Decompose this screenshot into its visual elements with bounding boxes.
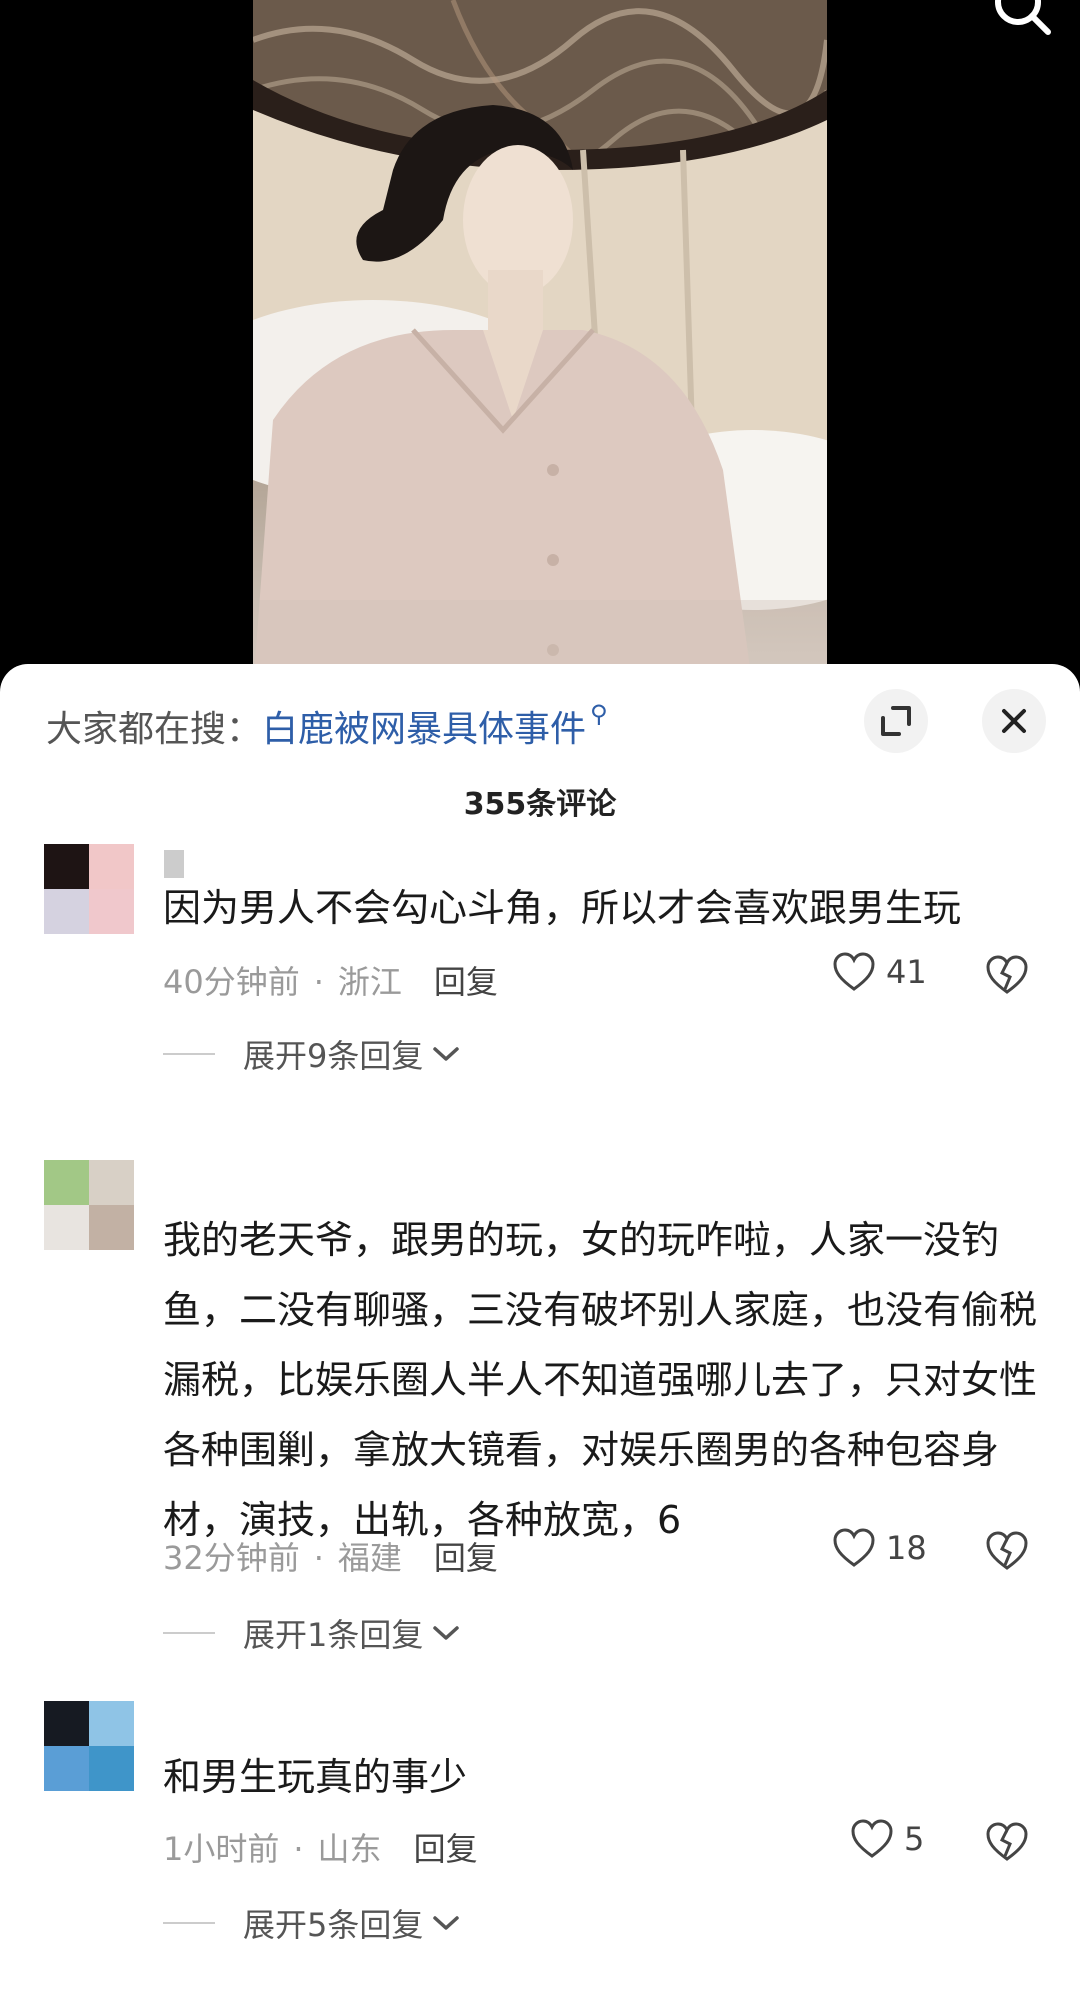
avatar-tile xyxy=(89,1205,134,1250)
comment-sheet: 大家都在搜：白鹿被网暴具体事件 ⚲ 355条评论 因为男人不会勾心斗角，所以才会喜… xyxy=(0,664,1080,2001)
video-area[interactable] xyxy=(0,0,1080,690)
close-button[interactable] xyxy=(982,689,1046,753)
avatar-tile xyxy=(89,1160,134,1205)
comment-meta: 32分钟前 · 福建 回复 xyxy=(163,1533,498,1579)
expand-replies-label: 展开9条回复 xyxy=(243,1037,424,1075)
reply-button[interactable]: 回复 xyxy=(434,1539,498,1577)
avatar-tile xyxy=(89,844,134,889)
comment-meta: 40分钟前 · 浙江 回复 xyxy=(163,957,498,1003)
expand-replies[interactable]: 展开1条回复 xyxy=(163,1610,461,1656)
video-frame[interactable] xyxy=(253,0,827,690)
avatar-tile xyxy=(89,889,134,934)
dislike-button[interactable] xyxy=(985,1531,1029,1571)
comment-meta: 1小时前 · 山东 回复 xyxy=(163,1824,478,1870)
heart-icon xyxy=(833,1528,875,1567)
meta-dot: · xyxy=(313,1539,324,1577)
meta-dot: · xyxy=(293,1830,304,1868)
avatar-tile xyxy=(44,1205,89,1250)
hot-search-keyword[interactable]: 白鹿被网暴具体事件 xyxy=(262,709,586,750)
comment-time: 1小时前 xyxy=(163,1830,280,1868)
expand-replies-label: 展开1条回复 xyxy=(243,1616,424,1654)
avatar-tile xyxy=(89,1746,134,1791)
chevron-down-icon xyxy=(433,1626,460,1640)
search-icon[interactable] xyxy=(988,0,1058,42)
expand-replies[interactable]: 展开9条回复 xyxy=(163,1031,461,1077)
meta-dot: · xyxy=(313,963,324,1001)
avatar[interactable] xyxy=(44,844,134,934)
avatar-tile xyxy=(44,1160,89,1205)
reply-button[interactable]: 回复 xyxy=(434,963,498,1001)
avatar[interactable] xyxy=(44,1701,134,1791)
avatar-tile xyxy=(44,844,89,889)
heart-icon xyxy=(833,952,875,991)
close-icon xyxy=(1002,709,1026,733)
comment-location: 福建 xyxy=(337,1539,402,1577)
avatar-tile xyxy=(44,1746,89,1791)
hot-search-bar[interactable]: 大家都在搜：白鹿被网暴具体事件 ⚲ xyxy=(46,700,608,752)
divider-line xyxy=(163,1922,215,1924)
dislike-button[interactable] xyxy=(985,955,1029,995)
like-button[interactable]: 18 xyxy=(832,1528,927,1568)
search-small-icon: ⚲ xyxy=(590,700,608,728)
comment-text: 我的老天爷，跟男的玩，女的玩咋啦，人家一没钓鱼，二没有聊骚，三没有破坏别人家庭，… xyxy=(163,1218,1038,1542)
hot-search-prefix: 大家都在搜： xyxy=(46,709,263,750)
comment-text: 和男生玩真的事少 xyxy=(163,1755,468,1799)
like-count: 18 xyxy=(886,1529,927,1567)
like-count: 5 xyxy=(904,1820,925,1858)
comment-count: 355条评论 xyxy=(463,787,617,822)
expand-replies[interactable]: 展开5条回复 xyxy=(163,1900,461,1946)
comment-location: 浙江 xyxy=(337,963,402,1001)
broken-heart-icon xyxy=(986,1531,1028,1570)
broken-heart-icon xyxy=(986,955,1028,994)
avatar-tile xyxy=(89,1701,134,1746)
expand-icon xyxy=(881,706,911,736)
comment-time: 32分钟前 xyxy=(163,1539,300,1577)
chevron-down-icon xyxy=(433,1047,460,1061)
dislike-button[interactable] xyxy=(985,1822,1029,1862)
divider-line xyxy=(163,1632,215,1634)
avatar[interactable] xyxy=(44,1160,134,1250)
reply-button[interactable]: 回复 xyxy=(414,1830,478,1868)
comment-location: 山东 xyxy=(317,1830,382,1868)
like-button[interactable]: 5 xyxy=(850,1819,924,1859)
like-count: 41 xyxy=(886,953,927,991)
avatar-tile xyxy=(44,889,89,934)
comment-text: 因为男人不会勾心斗角，所以才会喜欢跟男生玩 xyxy=(163,886,962,930)
like-button[interactable]: 41 xyxy=(832,952,927,992)
divider-line xyxy=(163,1053,215,1055)
expand-button[interactable] xyxy=(864,689,928,753)
comment-time: 40分钟前 xyxy=(163,963,300,1001)
broken-heart-icon xyxy=(986,1822,1028,1861)
avatar-tile xyxy=(44,1701,89,1746)
heart-icon xyxy=(851,1819,893,1858)
video-thumbnail xyxy=(253,0,827,690)
expand-replies-label: 展开5条回复 xyxy=(243,1906,424,1944)
chevron-down-icon xyxy=(433,1916,460,1930)
